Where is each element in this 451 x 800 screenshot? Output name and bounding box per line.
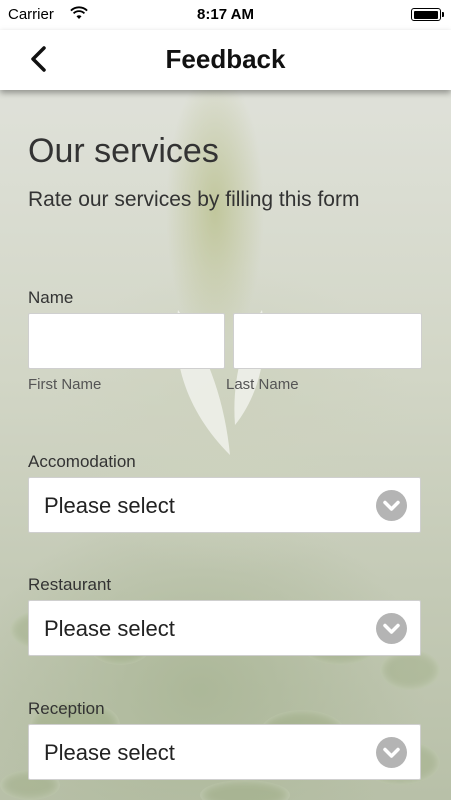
restaurant-label: Restaurant xyxy=(28,575,112,594)
feedback-form: Our services Rate our services by fillin… xyxy=(0,90,451,800)
restaurant-select[interactable]: Please select xyxy=(28,600,421,656)
first-name-input[interactable] xyxy=(28,313,225,369)
clock: 8:17 AM xyxy=(197,6,254,23)
nav-title: Feedback xyxy=(165,44,286,74)
last-name-input[interactable] xyxy=(233,313,422,369)
navigation-bar: Feedback xyxy=(0,30,451,90)
chevron-down-icon xyxy=(376,490,407,521)
battery-icon xyxy=(411,8,444,21)
status-bar: Carrier 8:17 AM xyxy=(0,0,451,30)
reception-select[interactable]: Please select xyxy=(28,724,421,780)
reception-label: Reception xyxy=(28,699,105,718)
chevron-down-icon xyxy=(376,737,407,768)
first-name-hint: First Name xyxy=(28,376,102,393)
restaurant-select-value: Please select xyxy=(44,616,175,641)
form-title: Our services xyxy=(28,132,219,170)
accomodation-label: Accomodation xyxy=(28,452,136,471)
form-subtitle: Rate our services by filling this form xyxy=(28,188,360,211)
chevron-down-icon xyxy=(376,613,407,644)
back-button[interactable] xyxy=(22,42,58,78)
accomodation-select-value: Please select xyxy=(44,493,175,518)
name-label: Name xyxy=(28,288,74,307)
accomodation-select[interactable]: Please select xyxy=(28,477,421,533)
last-name-hint: Last Name xyxy=(226,376,299,393)
reception-select-value: Please select xyxy=(44,740,175,765)
chevron-left-icon xyxy=(31,46,46,72)
